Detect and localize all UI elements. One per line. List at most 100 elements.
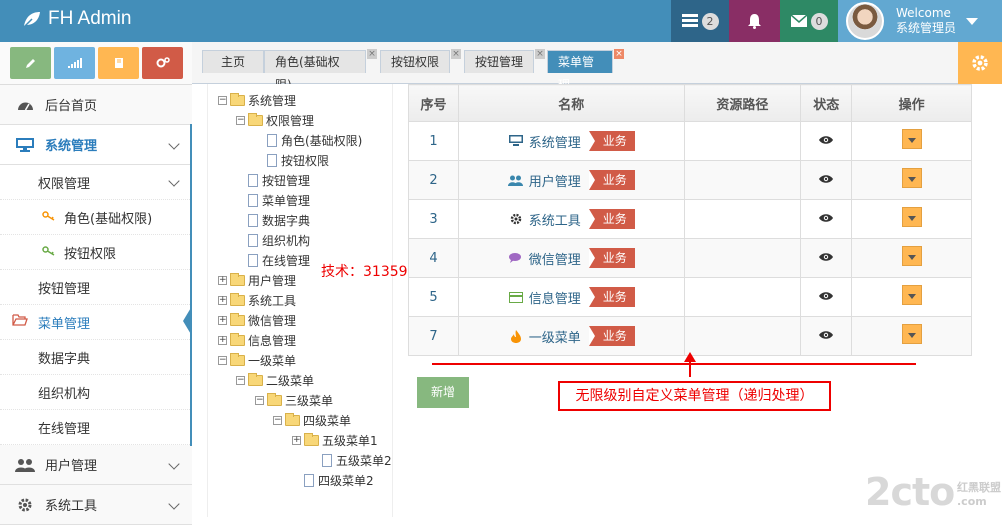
menu-name-link[interactable]: 用户管理 xyxy=(529,171,581,190)
actions-dropdown-button[interactable] xyxy=(901,168,922,188)
chevron-down-icon xyxy=(168,137,180,150)
tree-node[interactable]: 按钮权限 xyxy=(255,151,329,169)
shortcut-book-button[interactable] xyxy=(98,47,139,79)
column-header: 状态 xyxy=(800,84,853,122)
cell-no: 1 xyxy=(408,121,459,161)
tasks-icon xyxy=(681,14,698,27)
eye-icon[interactable] xyxy=(819,174,834,184)
cell-actions xyxy=(851,277,972,317)
tree-node[interactable]: + 微信管理 xyxy=(218,311,296,329)
tab-menus[interactable]: 菜单管理× xyxy=(547,49,624,92)
tree-node[interactable]: 菜单管理 xyxy=(236,191,310,209)
folder-icon xyxy=(248,372,263,386)
sidebar-item-dictionary[interactable]: 数据字典 xyxy=(0,340,192,375)
tree-node[interactable]: − 二级菜单 xyxy=(236,371,314,389)
sidebar-item-tools[interactable]: 系统工具 xyxy=(0,485,192,525)
actions-dropdown-button[interactable] xyxy=(901,207,922,227)
type-tag: 业务 xyxy=(588,209,635,229)
sidebar-item-roles[interactable]: 角色(基础权限) xyxy=(0,200,192,235)
close-icon[interactable]: × xyxy=(535,49,545,59)
settings-button[interactable] xyxy=(958,42,1002,84)
tree-node[interactable]: − 四级菜单 xyxy=(273,411,351,429)
tree-node[interactable]: 组织机构 xyxy=(236,231,310,249)
tree-node[interactable]: 角色(基础权限) xyxy=(255,131,362,149)
brand[interactable]: FH Admin xyxy=(22,8,131,30)
tree-node-label: 一级菜单 xyxy=(248,353,297,368)
collapse-icon[interactable]: − xyxy=(255,395,264,405)
close-icon[interactable]: × xyxy=(614,49,624,59)
key-icon xyxy=(42,245,56,260)
shortcut-signal-button[interactable] xyxy=(54,47,95,79)
sidebar-item-online[interactable]: 在线管理 xyxy=(0,410,192,445)
sidebar-item-label: 菜单管理 xyxy=(38,316,91,332)
menu-name-link[interactable]: 微信管理 xyxy=(529,249,581,268)
tree-node[interactable]: − 一级菜单 xyxy=(218,351,296,369)
tree-node[interactable]: 按钮管理 xyxy=(236,171,310,189)
sidebar-item-dashboard[interactable]: 后台首页 xyxy=(0,85,192,125)
expand-icon[interactable]: + xyxy=(218,295,227,305)
menu-name-link[interactable]: 信息管理 xyxy=(529,288,581,307)
tab-buttons[interactable]: 按钮管理 × xyxy=(464,49,545,73)
tree-node[interactable]: 在线管理 xyxy=(236,251,310,269)
eye-icon[interactable] xyxy=(819,213,834,223)
tree-node[interactable]: − 系统管理 xyxy=(218,91,296,109)
sidebar-item-label: 组织机构 xyxy=(38,386,91,402)
collapse-icon[interactable]: − xyxy=(236,375,245,385)
tree-node[interactable]: − 三级菜单 xyxy=(255,391,333,409)
eye-icon[interactable] xyxy=(819,135,834,145)
sidebar-item-permissions[interactable]: 权限管理 xyxy=(0,165,192,200)
folder-icon xyxy=(230,92,245,106)
menu-name-link[interactable]: 一级菜单 xyxy=(529,327,581,346)
tree-node[interactable]: 四级菜单2 xyxy=(292,471,374,489)
tab-button-permissions[interactable]: 按钮权限 × xyxy=(380,49,461,73)
sidebar-item-system[interactable]: 系统管理 xyxy=(0,125,192,165)
tree-node[interactable]: + 信息管理 xyxy=(218,331,296,349)
sidebar-item-menus[interactable]: 菜单管理 xyxy=(0,305,192,340)
tree-node[interactable]: 五级菜单2 xyxy=(310,451,392,469)
actions-dropdown-button[interactable] xyxy=(901,285,922,305)
menu-name-link[interactable]: 系统管理 xyxy=(529,132,581,151)
tree-node[interactable]: − 权限管理 xyxy=(236,111,314,129)
tab-label: 主页 xyxy=(220,55,245,69)
actions-dropdown-button[interactable] xyxy=(901,324,922,344)
notifications-menu[interactable] xyxy=(729,0,780,42)
actions-dropdown-button[interactable] xyxy=(901,129,922,149)
expand-icon[interactable]: + xyxy=(218,335,227,345)
tab-roles[interactable]: 角色(基础权限)× xyxy=(264,49,377,92)
collapse-icon[interactable]: − xyxy=(218,355,227,365)
tree-node[interactable]: 数据字典 xyxy=(236,211,310,229)
tasks-menu[interactable]: 2 xyxy=(671,0,729,42)
actions-dropdown-button[interactable] xyxy=(901,246,922,266)
mail-menu[interactable]: 0 xyxy=(780,0,838,42)
expand-icon[interactable]: + xyxy=(218,275,227,285)
collapse-icon[interactable]: − xyxy=(273,415,282,425)
menu-name-link[interactable]: 系统工具 xyxy=(529,210,581,229)
expand-icon[interactable]: + xyxy=(218,315,227,325)
collapse-icon[interactable]: − xyxy=(236,115,245,125)
add-button[interactable]: 新增 xyxy=(417,377,469,408)
sidebar-item-organization[interactable]: 组织机构 xyxy=(0,375,192,410)
shortcut-cogs-button[interactable] xyxy=(142,47,183,79)
close-icon[interactable]: × xyxy=(451,49,461,59)
cell-name: 系统工具 业务 xyxy=(457,199,685,239)
tab-home[interactable]: 主页 xyxy=(202,50,264,73)
expand-icon[interactable]: + xyxy=(292,435,301,445)
collapse-icon[interactable]: − xyxy=(218,95,227,105)
sidebar-item-button-permissions[interactable]: 按钮权限 xyxy=(0,235,192,270)
sidebar-item-label: 用户管理 xyxy=(45,459,98,474)
user-menu[interactable]: Welcome 系统管理员 xyxy=(838,0,1002,42)
tree-node[interactable]: + 五级菜单1 xyxy=(292,431,378,449)
sidebar-item-buttons[interactable]: 按钮管理 xyxy=(0,270,192,305)
sidebar-item-users[interactable]: 用户管理 xyxy=(0,445,192,485)
eye-icon[interactable] xyxy=(819,252,834,262)
cog-icon xyxy=(508,213,524,225)
tree-node[interactable]: + 用户管理 xyxy=(218,271,296,289)
shortcut-pencil-button[interactable] xyxy=(10,47,51,79)
eye-icon[interactable] xyxy=(819,291,834,301)
desktop-icon xyxy=(508,135,524,147)
tree-node[interactable]: + 系统工具 xyxy=(218,291,296,309)
sidebar-item-label: 数据字典 xyxy=(38,351,91,367)
close-icon[interactable]: × xyxy=(367,49,377,59)
cogs-icon xyxy=(156,57,170,68)
eye-icon[interactable] xyxy=(819,330,834,340)
